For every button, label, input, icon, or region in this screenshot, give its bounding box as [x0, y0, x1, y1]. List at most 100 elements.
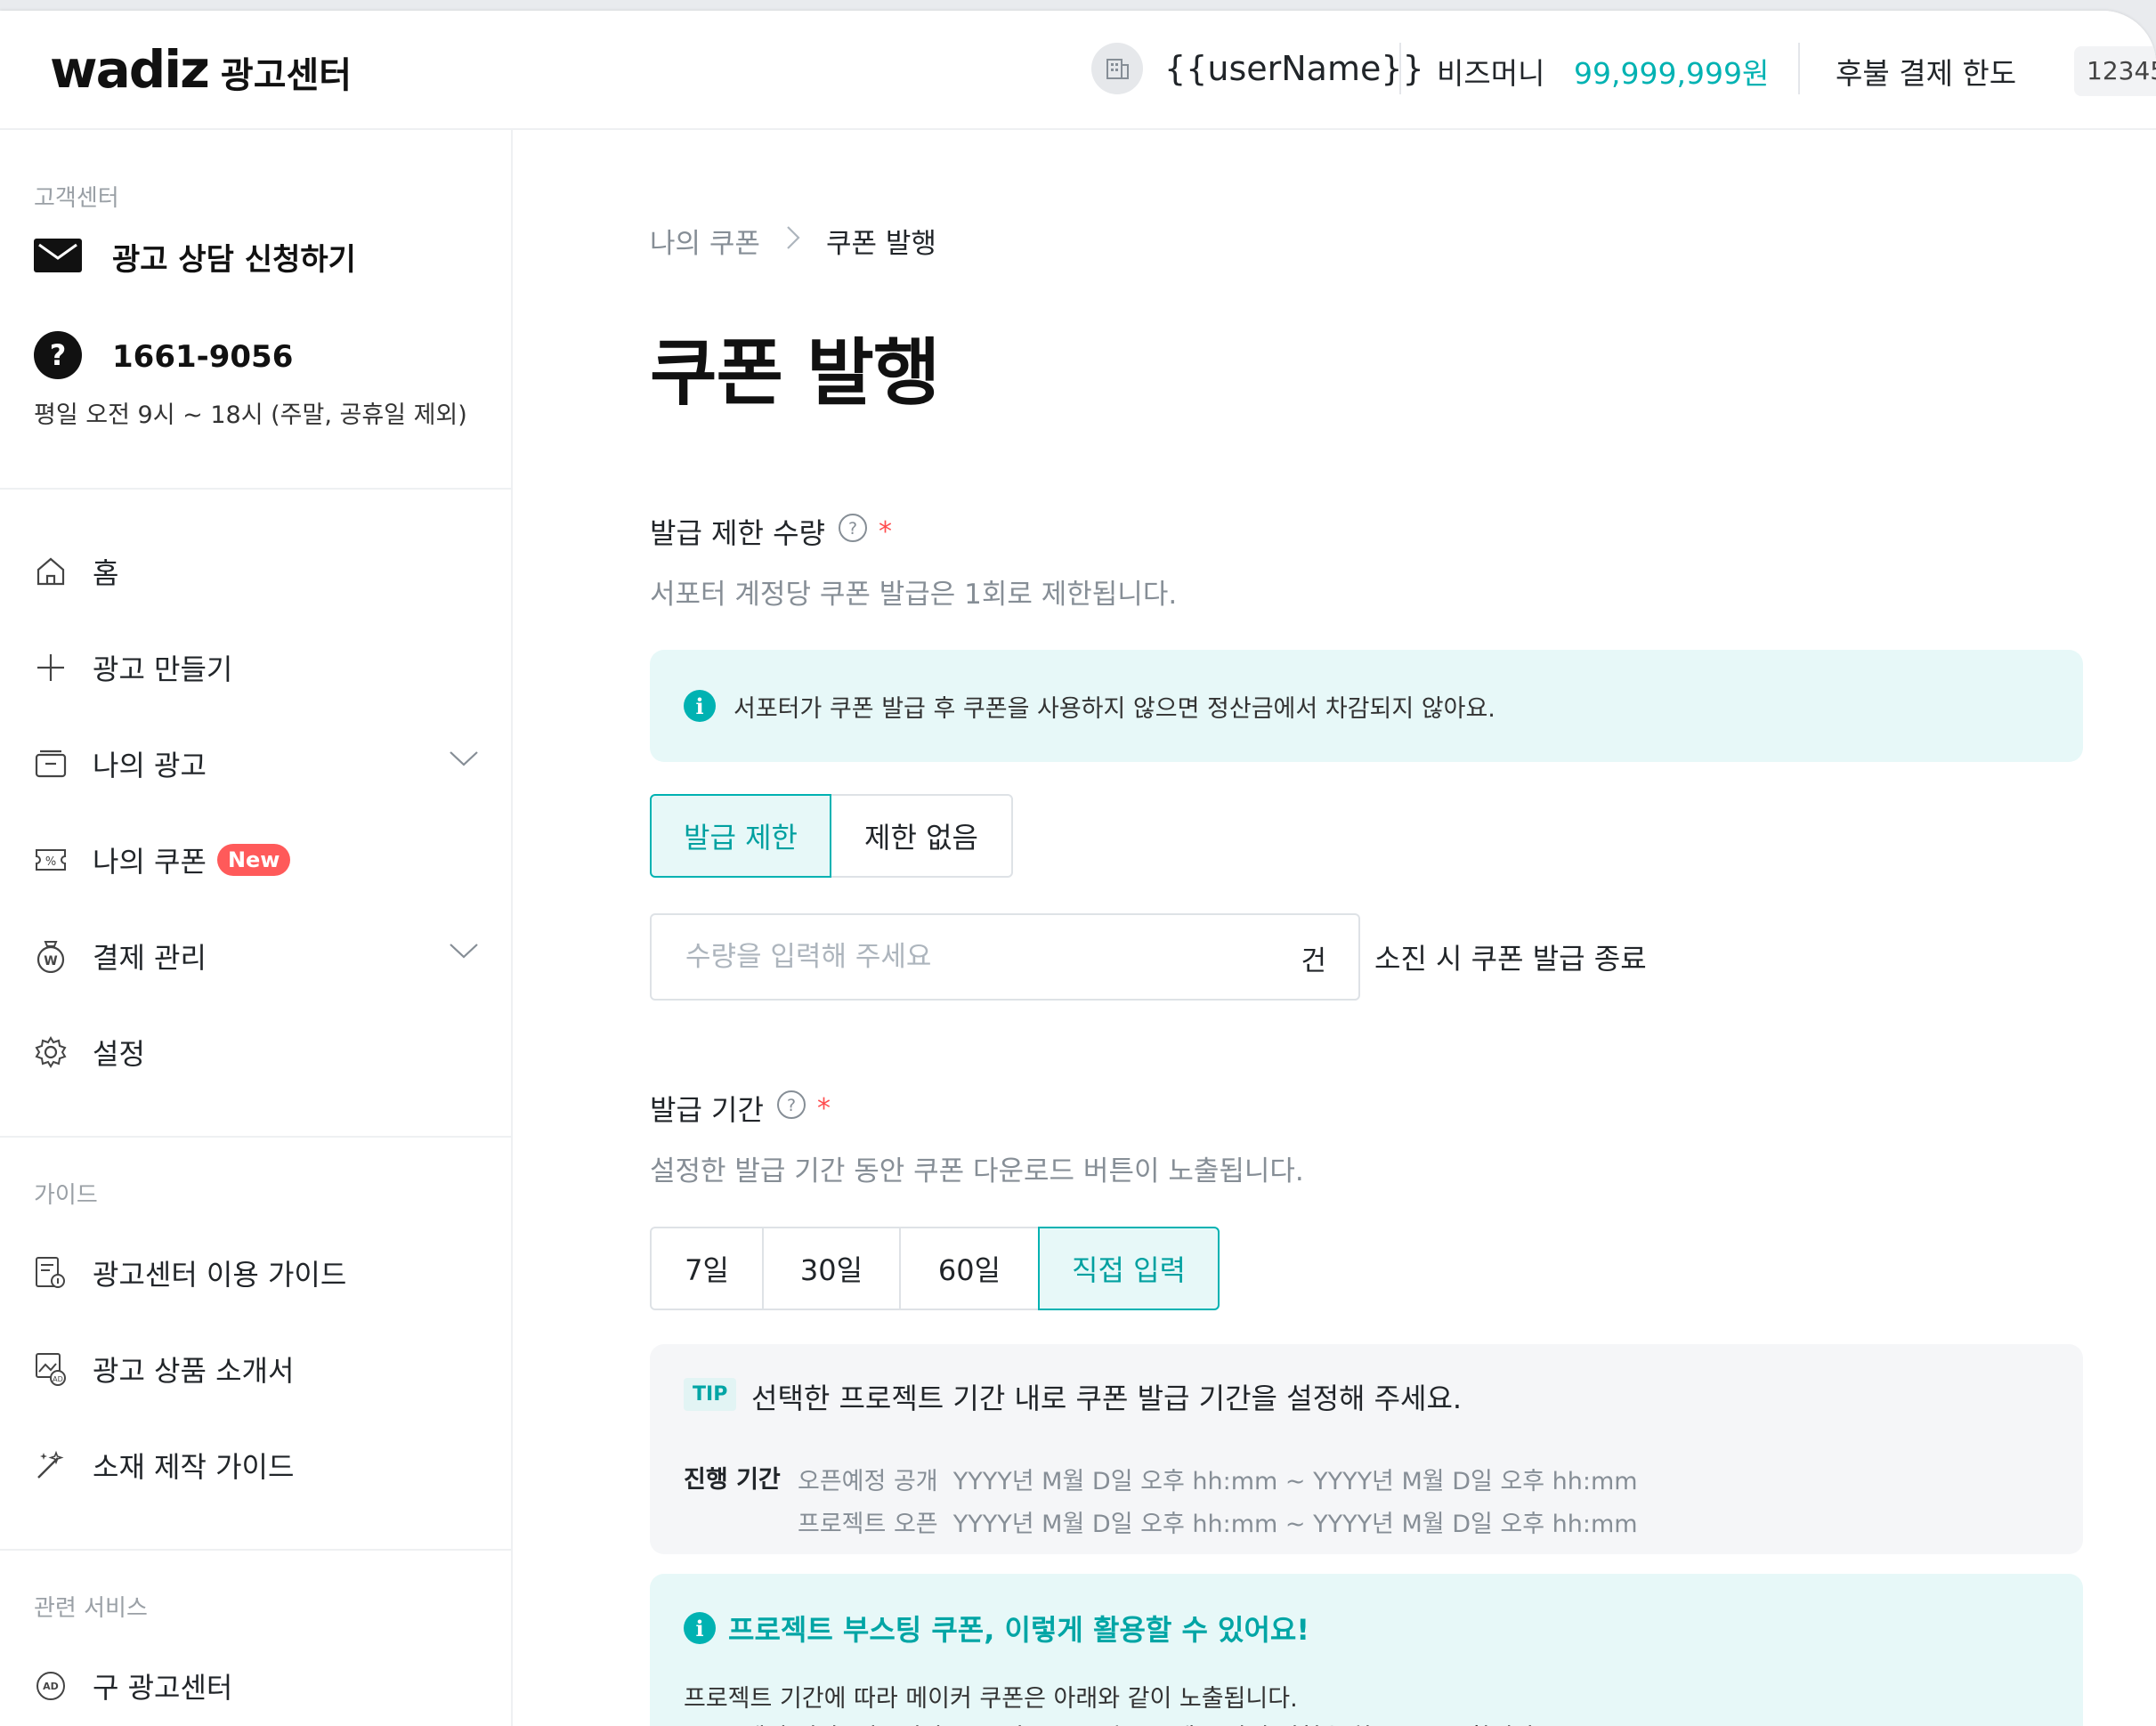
sidebar-item-product-intro[interactable]: AD 광고 상품 소개서 [34, 1342, 479, 1396]
page-title: 쿠폰 발행 [650, 331, 940, 416]
chevron-right-icon [760, 224, 801, 258]
sidebar-item-label: 소재 제작 가이드 [93, 1450, 295, 1484]
sidebar-item-create-ad[interactable]: 광고 만들기 [34, 641, 479, 694]
sidebar-item-label: 나의 광고 [93, 749, 207, 782]
period-toggle: 7일 30일 60일 직접 입력 [650, 1227, 1220, 1310]
sidebar-item-my-ads[interactable]: 나의 광고 [34, 737, 479, 790]
sidebar-item-legacy-ad-center[interactable]: AD 구 광고센터 [34, 1659, 479, 1713]
quantity-unit: 건 [1301, 945, 1326, 977]
sidebar-item-usage-guide[interactable]: 광고센터 이용 가이드 [34, 1246, 479, 1300]
limit-info-box: i 서포터가 쿠폰 발급 후 쿠폰을 사용하지 않으면 정산금에서 차감되지 않… [650, 650, 2083, 762]
guide-document-icon [34, 1256, 68, 1290]
progress-period-label: 진행 기간 [684, 1466, 781, 1494]
sidebar-item-payments[interactable]: W 결제 관리 [34, 929, 479, 983]
support-section-label: 고객센터 [34, 185, 119, 212]
sidebar-item-label: 광고 상품 소개서 [93, 1354, 295, 1388]
breadcrumb: 나의 쿠폰 쿠폰 발행 [650, 221, 936, 261]
new-badge: New [216, 844, 291, 876]
support-phone-number: 1661-9056 [112, 339, 294, 375]
required-mark: * [816, 1092, 831, 1124]
logo-wordmark: wadiz [50, 39, 210, 100]
sidebar-item-label: 광고센터 이용 가이드 [93, 1258, 347, 1292]
svg-text:AD: AD [53, 1375, 63, 1383]
required-mark: * [878, 515, 892, 547]
main-content: 나의 쿠폰 쿠폰 발행 쿠폰 발행 발급 제한 수량 ? * 서포터 계정당 쿠… [513, 130, 2156, 1726]
breadcrumb-my-coupons[interactable]: 나의 쿠폰 [650, 221, 760, 261]
limit-info-text: 서포터가 쿠폰 발급 후 쿠폰을 사용하지 않으면 정산금에서 차감되지 않아요… [734, 694, 1495, 723]
limit-option-limited[interactable]: 발급 제한 [650, 794, 831, 878]
sidebar-item-label: 홈 [93, 556, 119, 590]
consult-request-label: 광고 상담 신청하기 [112, 242, 356, 278]
chevron-down-icon[interactable] [449, 942, 479, 963]
boost-description: 프로젝트 기간에 따라 메이커 쿠폰은 아래와 같이 노출됩니다. [684, 1685, 1298, 1713]
deferred-payment-label: 후불 결제 한도 [1836, 56, 2017, 91]
coupon-icon: % [34, 843, 68, 877]
svg-text:AD: AD [43, 1681, 59, 1692]
ad-folder-icon [34, 747, 68, 781]
quantity-field: 건 [650, 913, 1360, 1001]
bizmoney-value[interactable]: 99,999,999원 [1574, 50, 1769, 93]
info-icon: i [684, 1612, 716, 1644]
divider [0, 488, 511, 490]
bizmoney-label: 비즈머니 [1437, 56, 1545, 91]
mail-icon [34, 238, 82, 276]
consult-request-link[interactable]: 광고 상담 신청하기 [34, 235, 356, 279]
building-icon [1091, 43, 1143, 94]
divider [0, 1549, 511, 1551]
period-option-60d[interactable]: 60일 [899, 1227, 1040, 1310]
period-option-custom[interactable]: 직접 입력 [1038, 1227, 1220, 1310]
period-label-text: 발급 기간 [650, 1093, 764, 1127]
app-window: wadiz 광고센터 {{userName}} 비즈머니 99,999,999원… [0, 11, 2156, 1726]
logo-center-label: 광고센터 [220, 55, 353, 96]
svg-text:W: W [44, 954, 57, 968]
breadcrumb-current: 쿠폰 발행 [825, 228, 936, 260]
limit-field-label: 발급 제한 수량 ? * [650, 511, 892, 552]
username: {{userName}} [1164, 49, 1424, 88]
divider [0, 1136, 511, 1138]
sidebar-item-label: 결제 관리 [93, 941, 207, 975]
sidebar-item-label: 나의 쿠폰 [93, 845, 207, 879]
limit-label-text: 발급 제한 수량 [650, 516, 825, 550]
header-divider [1798, 43, 1800, 94]
header-divider [1399, 43, 1401, 94]
sidebar: 고객센터 광고 상담 신청하기 ? 1661-9056 평일 오전 9시 ~ 1… [0, 130, 513, 1726]
sidebar-item-label: 광고 만들기 [93, 652, 233, 686]
period-option-30d[interactable]: 30일 [762, 1227, 901, 1310]
guide-section-label: 가이드 [34, 1182, 98, 1209]
sidebar-item-home[interactable]: 홈 [34, 545, 479, 598]
period-option-7d[interactable]: 7일 [650, 1227, 764, 1310]
progress-period-preopen: 오픈예정 공개 YYYY년 M월 D일 오후 hh:mm ~ YYYY년 M월 … [798, 1468, 1638, 1495]
plus-icon [34, 651, 68, 685]
quantity-input[interactable] [684, 933, 1221, 981]
user-account[interactable]: {{userName}} [1091, 43, 1424, 94]
tip-badge: TIP [684, 1378, 737, 1411]
logo[interactable]: wadiz 광고센터 [50, 39, 352, 100]
limit-toggle: 발급 제한 제한 없음 [650, 794, 1013, 878]
ad-circle-icon: AD [34, 1669, 68, 1703]
help-circle-icon[interactable]: ? [776, 1090, 806, 1127]
support-phone: ? 1661-9056 [34, 331, 293, 383]
limit-option-unlimited[interactable]: 제한 없음 [830, 794, 1013, 878]
tip-box: TIP 선택한 프로젝트 기간 내로 쿠폰 발급 기간을 설정해 주세요. 진행… [650, 1344, 2083, 1554]
svg-text:?: ? [848, 519, 857, 539]
related-services-label: 관련 서비스 [34, 1595, 148, 1622]
sidebar-item-my-coupons[interactable]: % 나의 쿠폰 New [34, 833, 479, 887]
sidebar-item-settings[interactable]: 설정 [34, 1025, 479, 1079]
support-hours: 평일 오전 9시 ~ 18시 (주말, 공휴일 제외) [34, 401, 467, 429]
chevron-down-icon[interactable] [449, 750, 479, 771]
deferred-payment-value: 12345 [2074, 46, 2156, 96]
sidebar-item-label: 구 광고센터 [93, 1671, 233, 1705]
sidebar-item-label: 설정 [93, 1037, 145, 1071]
tip-text: 선택한 프로젝트 기간 내로 쿠폰 발급 기간을 설정해 주세요. [751, 1382, 1463, 1415]
sidebar-item-creative-guide[interactable]: 소재 제작 가이드 [34, 1438, 479, 1492]
help-icon: ? [34, 331, 82, 383]
quantity-suffix-text: 소진 시 쿠폰 발급 종료 [1374, 942, 1647, 976]
progress-period-open: 프로젝트 오픈 YYYY년 M월 D일 오후 hh:mm ~ YYYY년 M월 … [798, 1511, 1638, 1538]
svg-text:?: ? [787, 1096, 796, 1115]
period-description: 설정한 발급 기간 동안 쿠폰 다운로드 버튼이 노출됩니다. [650, 1155, 1304, 1187]
boost-coupon-info: i 프로젝트 부스팅 쿠폰, 이렇게 활용할 수 있어요! 프로젝트 기간에 따… [650, 1574, 2083, 1726]
top-header: wadiz 광고센터 {{userName}} 비즈머니 99,999,999원… [0, 11, 2156, 130]
ad-image-icon: AD [34, 1352, 68, 1386]
help-circle-icon[interactable]: ? [838, 513, 868, 550]
gear-icon [34, 1035, 68, 1069]
